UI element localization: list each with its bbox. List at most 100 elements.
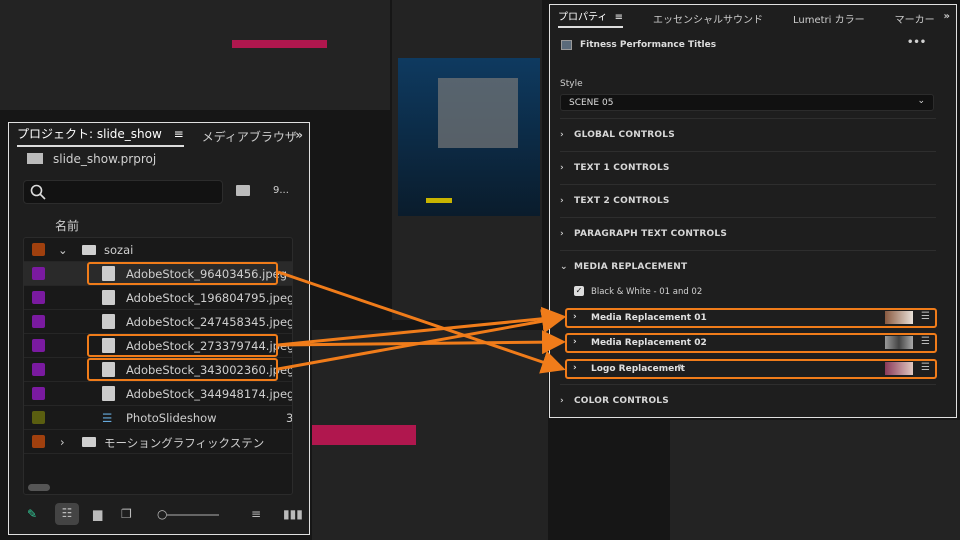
graphic-title: Fitness Performance Titles	[580, 40, 717, 50]
tab-label: プロジェクト: slide_show	[17, 127, 162, 141]
freeform-view-icon[interactable]: ❐	[121, 507, 132, 521]
list-item[interactable]: AdobeStock_344948174.jpeg	[24, 382, 292, 406]
list-item[interactable]: AdobeStock_196804795.jpeg	[24, 286, 292, 310]
tab-project[interactable]: プロジェクト: slide_show ≡	[17, 125, 184, 147]
section-label: GLOBAL CONTROLS	[574, 130, 675, 140]
section-text2-controls[interactable]: › TEXT 2 CONTROLS	[560, 196, 670, 206]
list-item-folder[interactable]: ⌄ sozai	[24, 238, 292, 262]
media-thumbnail[interactable]	[885, 336, 913, 349]
column-header-name[interactable]: 名前	[55, 217, 79, 234]
hamburger-icon[interactable]: ☰	[921, 362, 930, 373]
hamburger-icon[interactable]: ☰	[921, 336, 930, 347]
section-label: TEXT 1 CONTROLS	[574, 163, 670, 173]
style-dropdown[interactable]: SCENE 05 ⌄	[560, 94, 934, 111]
project-folder-icon	[27, 153, 43, 164]
tab-markers[interactable]: マーカー	[895, 11, 935, 26]
project-file-name: slide_show.prproj	[53, 152, 157, 166]
overflow-tabs-icon[interactable]: »	[944, 11, 950, 22]
chevron-down-icon: ⌄	[917, 96, 925, 106]
chevron-right-icon: ›	[560, 163, 564, 173]
folder-icon	[82, 437, 96, 447]
tab-essential-sound[interactable]: エッセンシャルサウンド	[653, 11, 763, 26]
bw-checkbox[interactable]: ✓	[574, 286, 584, 296]
label-color-swatch[interactable]	[32, 315, 45, 328]
properties-panel: プロパティ ≡ エッセンシャルサウンド Lumetri カラー マーカー » F…	[549, 4, 957, 418]
item-label: AdobeStock_344948174.jpeg	[126, 387, 293, 401]
pencil-icon[interactable]: ✎	[27, 507, 37, 521]
program-monitor-preview	[398, 58, 540, 216]
automate-to-sequence-icon[interactable]: ▮▮▮	[283, 507, 303, 521]
section-media-replacement[interactable]: ⌄ MEDIA REPLACEMENT	[560, 262, 687, 272]
highlight-box	[87, 334, 278, 357]
tab-properties[interactable]: プロパティ ≡	[558, 8, 623, 28]
overflow-tabs-icon[interactable]: »	[295, 128, 303, 142]
checkbox-label: Black & White - 01 and 02	[591, 287, 703, 297]
section-label: MEDIA REPLACEMENT	[574, 262, 688, 272]
highlight-box	[87, 262, 278, 285]
item-label: sozai	[104, 243, 134, 257]
tab-media-browser[interactable]: メディアブラウザ	[202, 128, 297, 145]
search-icon	[30, 184, 46, 200]
image-file-icon	[102, 314, 115, 329]
chevron-right-icon[interactable]: ›	[60, 435, 65, 449]
chevron-right-icon: ›	[560, 229, 564, 239]
find-bin-icon[interactable]	[236, 185, 250, 196]
list-item-sequence[interactable]: ☰ PhotoSlideshow 3	[24, 406, 292, 430]
sequence-icon: ☰	[102, 411, 113, 425]
panel-menu-icon[interactable]: ≡	[615, 12, 623, 23]
label-color-swatch[interactable]	[32, 363, 45, 376]
item-label: Media Replacement 01	[591, 313, 707, 323]
media-thumbnail[interactable]	[885, 362, 913, 375]
list-item[interactable]: AdobeStock_247458345.jpeg	[24, 310, 292, 334]
item-label: AdobeStock_247458345.jpeg	[126, 315, 293, 329]
zoom-slider[interactable]: ○	[157, 507, 220, 521]
section-label: PARAGRAPH TEXT CONTROLS	[574, 229, 727, 239]
item-label: Media Replacement 02	[591, 338, 707, 348]
item-label: PhotoSlideshow	[126, 411, 217, 425]
label-color-swatch[interactable]	[32, 291, 45, 304]
project-panel: プロジェクト: slide_show ≡ メディアブラウザ » slide_sh…	[8, 122, 310, 535]
label-color-swatch[interactable]	[32, 435, 45, 448]
tab-label: プロパティ	[558, 12, 608, 23]
media-replacement-01[interactable]: › Media Replacement 01 ☰	[565, 308, 937, 328]
more-options-button[interactable]: •••	[907, 37, 926, 48]
section-label: TEXT 2 CONTROLS	[574, 196, 670, 206]
mogrt-icon	[561, 40, 572, 50]
image-file-icon	[102, 290, 115, 305]
chevron-right-icon: ›	[573, 337, 577, 347]
section-paragraph-controls[interactable]: › PARAGRAPH TEXT CONTROLS	[560, 229, 727, 239]
icon-view-icon[interactable]: ▆	[93, 507, 102, 521]
panel-menu-icon[interactable]: ≡	[174, 127, 184, 141]
image-file-icon	[102, 386, 115, 401]
media-thumbnail[interactable]	[885, 311, 913, 324]
chevron-right-icon: ›	[560, 396, 564, 406]
label-color-swatch[interactable]	[32, 243, 45, 256]
sort-icon[interactable]: ≡	[251, 507, 261, 521]
chevron-down-icon[interactable]: ⌄	[58, 243, 68, 257]
label-color-swatch[interactable]	[32, 339, 45, 352]
style-label: Style	[560, 79, 583, 89]
horizontal-scrollbar[interactable]	[28, 484, 50, 491]
mouse-cursor-icon: ⇖	[677, 363, 685, 373]
item-label: モーショングラフィックステン	[104, 436, 265, 450]
section-text1-controls[interactable]: › TEXT 1 CONTROLS	[560, 163, 670, 173]
list-view-icon[interactable]: ☷	[55, 503, 79, 525]
chevron-right-icon: ›	[560, 130, 564, 140]
logo-replacement[interactable]: › Logo Replacement ⇖ ☰	[565, 359, 937, 379]
chevron-right-icon: ›	[573, 312, 577, 322]
section-global-controls[interactable]: › GLOBAL CONTROLS	[560, 130, 675, 140]
hamburger-icon[interactable]: ☰	[921, 311, 930, 322]
tab-lumetri-color[interactable]: Lumetri カラー	[793, 11, 865, 26]
search-input[interactable]	[23, 180, 223, 204]
chevron-down-icon: ⌄	[560, 262, 568, 272]
item-extra: 3	[286, 411, 293, 425]
chevron-right-icon: ›	[560, 196, 564, 206]
chevron-right-icon: ›	[573, 363, 577, 373]
list-item-folder[interactable]: › モーショングラフィックステン	[24, 430, 292, 454]
label-color-swatch[interactable]	[32, 387, 45, 400]
media-replacement-02[interactable]: › Media Replacement 02 ☰	[565, 333, 937, 353]
section-label: COLOR CONTROLS	[574, 396, 669, 406]
label-color-swatch[interactable]	[32, 267, 45, 280]
label-color-swatch[interactable]	[32, 411, 45, 424]
section-color-controls[interactable]: › COLOR CONTROLS	[560, 396, 669, 406]
